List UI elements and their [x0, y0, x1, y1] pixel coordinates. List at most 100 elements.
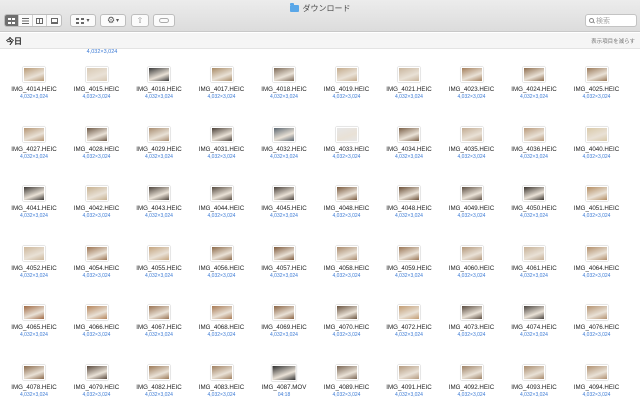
file-item[interactable]: IMG_4052.HEIC 4,032×3,024: [3, 246, 65, 290]
file-item[interactable]: IMG_4066.HEIC 4,032×3,024: [66, 305, 128, 349]
photo-thumbnail: [460, 246, 483, 261]
photo-thumbnail: [398, 186, 420, 201]
file-item[interactable]: IMG_4033.HEIC 4,032×3,024: [316, 127, 378, 171]
file-item[interactable]: IMG_4027.HEIC 4,032×3,024: [3, 127, 65, 171]
file-item[interactable]: IMG_4091.HEIC 4,032×3,024: [378, 365, 440, 409]
file-item[interactable]: IMG_4092.HEIC 4,032×3,024: [441, 365, 503, 409]
image-dimensions: 4,032×3,024: [582, 154, 611, 160]
file-item[interactable]: IMG_4078.HEIC 4,032×3,024: [3, 365, 65, 409]
file-name: IMG_4014.HEIC: [11, 86, 57, 93]
file-item[interactable]: IMG_4082.HEIC 4,032×3,024: [128, 365, 190, 409]
file-item[interactable]: IMG_4049.HEIC 4,032×3,024: [441, 186, 503, 230]
file-item[interactable]: IMG_4064.HEIC 4,032×3,024: [566, 246, 628, 290]
file-item[interactable]: IMG_4035.HEIC 4,032×3,024: [441, 127, 503, 171]
file-item[interactable]: IMG_4058.HEIC 4,032×3,024: [316, 246, 378, 290]
file-name: IMG_4070.HEIC: [323, 324, 370, 331]
file-item[interactable]: IMG_4025.HEIC 4,032×3,024: [566, 67, 628, 111]
photo-thumbnail: [460, 67, 483, 82]
file-item[interactable]: IMG_4067.HEIC 4,032×3,024: [128, 305, 190, 349]
file-name: IMG_4023.HEIC: [448, 86, 495, 93]
file-item[interactable]: IMG_4042.HEIC 4,032×3,024: [66, 186, 128, 230]
file-name: IMG_4059.HEIC: [386, 265, 432, 272]
image-dimensions: 4,032×3,024: [20, 392, 48, 398]
file-item[interactable]: IMG_4023.HEIC 4,032×3,024: [441, 67, 503, 111]
file-item[interactable]: IMG_4076.HEIC 4,032×3,024: [566, 305, 628, 349]
file-item[interactable]: IMG_4068.HEIC 4,032×3,024: [191, 305, 253, 349]
file-item[interactable]: IMG_4041.HEIC 4,032×3,024: [3, 186, 65, 230]
image-dimensions: 4,032×3,024: [395, 94, 423, 100]
file-name: IMG_4019.HEIC: [323, 86, 370, 93]
file-item[interactable]: IMG_4045.HEIC 4,032×3,024: [253, 186, 315, 230]
file-item[interactable]: IMG_4094.HEIC 4,032×3,024: [566, 365, 628, 409]
file-name: IMG_4049.HEIC: [448, 205, 495, 212]
image-dimensions: 4,032×3,024: [20, 332, 48, 338]
image-dimensions: 4,032×3,024: [145, 213, 173, 219]
file-name: IMG_4064.HEIC: [573, 265, 620, 272]
file-item[interactable]: IMG_4017.HEIC 4,032×3,024: [191, 67, 253, 111]
file-item[interactable]: IMG_4087.MOV 04:18: [253, 365, 315, 409]
file-item[interactable]: IMG_4036.HEIC 4,032×3,024: [503, 127, 565, 171]
file-name: IMG_4092.HEIC: [448, 384, 495, 391]
file-item[interactable]: IMG_4015.HEIC 4,032×3,024: [66, 67, 128, 111]
file-item[interactable]: IMG_4074.HEIC 4,032×3,024: [503, 305, 565, 349]
file-item[interactable]: IMG_4089.HEIC 4,032×3,024: [316, 365, 378, 409]
file-item[interactable]: IMG_4056.HEIC 4,032×3,024: [191, 246, 253, 290]
file-item[interactable]: IMG_4054.HEIC 4,032×3,024: [66, 246, 128, 290]
file-item[interactable]: IMG_4060.HEIC 4,032×3,024: [441, 246, 503, 290]
photo-thumbnail: [398, 365, 420, 380]
file-item[interactable]: IMG_4072.HEIC 4,032×3,024: [378, 305, 440, 349]
file-item[interactable]: IMG_4070.HEIC 4,032×3,024: [316, 305, 378, 349]
file-item[interactable]: IMG_4059.HEIC 4,032×3,024: [378, 246, 440, 290]
photo-thumbnail: [335, 365, 358, 380]
file-item[interactable]: IMG_4057.HEIC 4,032×3,024: [253, 246, 315, 290]
file-item[interactable]: IMG_4050.HEIC 4,032×3,024: [503, 186, 565, 230]
file-name: IMG_4021.HEIC: [386, 86, 432, 93]
file-item[interactable]: IMG_4032.HEIC 4,032×3,024: [253, 127, 315, 171]
file-item[interactable]: IMG_4034.HEIC 4,032×3,024: [378, 127, 440, 171]
file-item[interactable]: IMG_4031.HEIC 4,032×3,024: [191, 127, 253, 171]
photo-thumbnail: [148, 246, 170, 261]
image-dimensions: 4,032×3,024: [332, 154, 361, 160]
file-item[interactable]: IMG_4014.HEIC 4,032×3,024: [3, 67, 65, 111]
image-dimensions: 4,032×3,024: [332, 273, 361, 279]
file-item[interactable]: IMG_4019.HEIC 4,032×3,024: [316, 67, 378, 111]
file-item[interactable]: IMG_4048.HEIC 4,032×3,024: [316, 186, 378, 230]
file-item[interactable]: IMG_4044.HEIC 4,032×3,024: [191, 186, 253, 230]
file-item[interactable]: IMG_4069.HEIC 4,032×3,024: [253, 305, 315, 349]
file-name: IMG_4051.HEIC: [573, 205, 620, 212]
file-item[interactable]: IMG_4061.HEIC 4,032×3,024: [503, 246, 565, 290]
image-dimensions: 4,032×3,024: [270, 94, 298, 100]
photo-thumbnail: [273, 127, 295, 142]
file-item[interactable]: IMG_4024.HEIC 4,032×3,024: [503, 67, 565, 111]
file-item[interactable]: IMG_4016.HEIC 4,032×3,024: [128, 67, 190, 111]
file-item[interactable]: IMG_4065.HEIC 4,032×3,024: [3, 305, 65, 349]
photo-thumbnail: [210, 365, 233, 380]
file-item[interactable]: IMG_4043.HEIC 4,032×3,024: [128, 186, 190, 230]
file-item[interactable]: IMG_4093.HEIC 4,032×3,024: [503, 365, 565, 409]
photo-thumbnail: [460, 365, 483, 380]
file-item[interactable]: IMG_4083.HEIC 4,032×3,024: [191, 365, 253, 409]
file-item[interactable]: IMG_4079.HEIC 4,032×3,024: [66, 365, 128, 409]
file-item[interactable]: IMG_4018.HEIC 4,032×3,024: [253, 67, 315, 111]
file-item[interactable]: IMG_4048.HEIC 4,032×3,024: [378, 186, 440, 230]
image-dimensions: 4,032×3,024: [207, 392, 236, 398]
file-item[interactable]: IMG_4040.HEIC 4,032×3,024: [566, 127, 628, 171]
file-name: IMG_4056.HEIC: [198, 265, 245, 272]
file-name: IMG_4091.HEIC: [386, 384, 432, 391]
image-dimensions: 4,032×3,024: [582, 94, 611, 100]
file-name: IMG_4072.HEIC: [386, 324, 432, 331]
file-item[interactable]: IMG_4051.HEIC 4,032×3,024: [566, 186, 628, 230]
image-dimensions: 4,032×3,024: [145, 94, 173, 100]
photo-thumbnail: [273, 186, 295, 201]
file-name: IMG_4032.HEIC: [261, 146, 307, 153]
image-dimensions: 4,032×3,024: [332, 332, 361, 338]
file-item[interactable]: IMG_4029.HEIC 4,032×3,024: [128, 127, 190, 171]
file-item[interactable]: IMG_4073.HEIC 4,032×3,024: [441, 305, 503, 349]
file-item[interactable]: IMG_4055.HEIC 4,032×3,024: [128, 246, 190, 290]
file-name: IMG_4060.HEIC: [448, 265, 495, 272]
file-item[interactable]: IMG_4021.HEIC 4,032×3,024: [378, 67, 440, 111]
file-item[interactable]: IMG_4028.HEIC 4,032×3,024: [66, 127, 128, 171]
file-name: IMG_4073.HEIC: [448, 324, 495, 331]
photo-thumbnail: [273, 67, 295, 82]
file-name: IMG_4067.HEIC: [136, 324, 182, 331]
